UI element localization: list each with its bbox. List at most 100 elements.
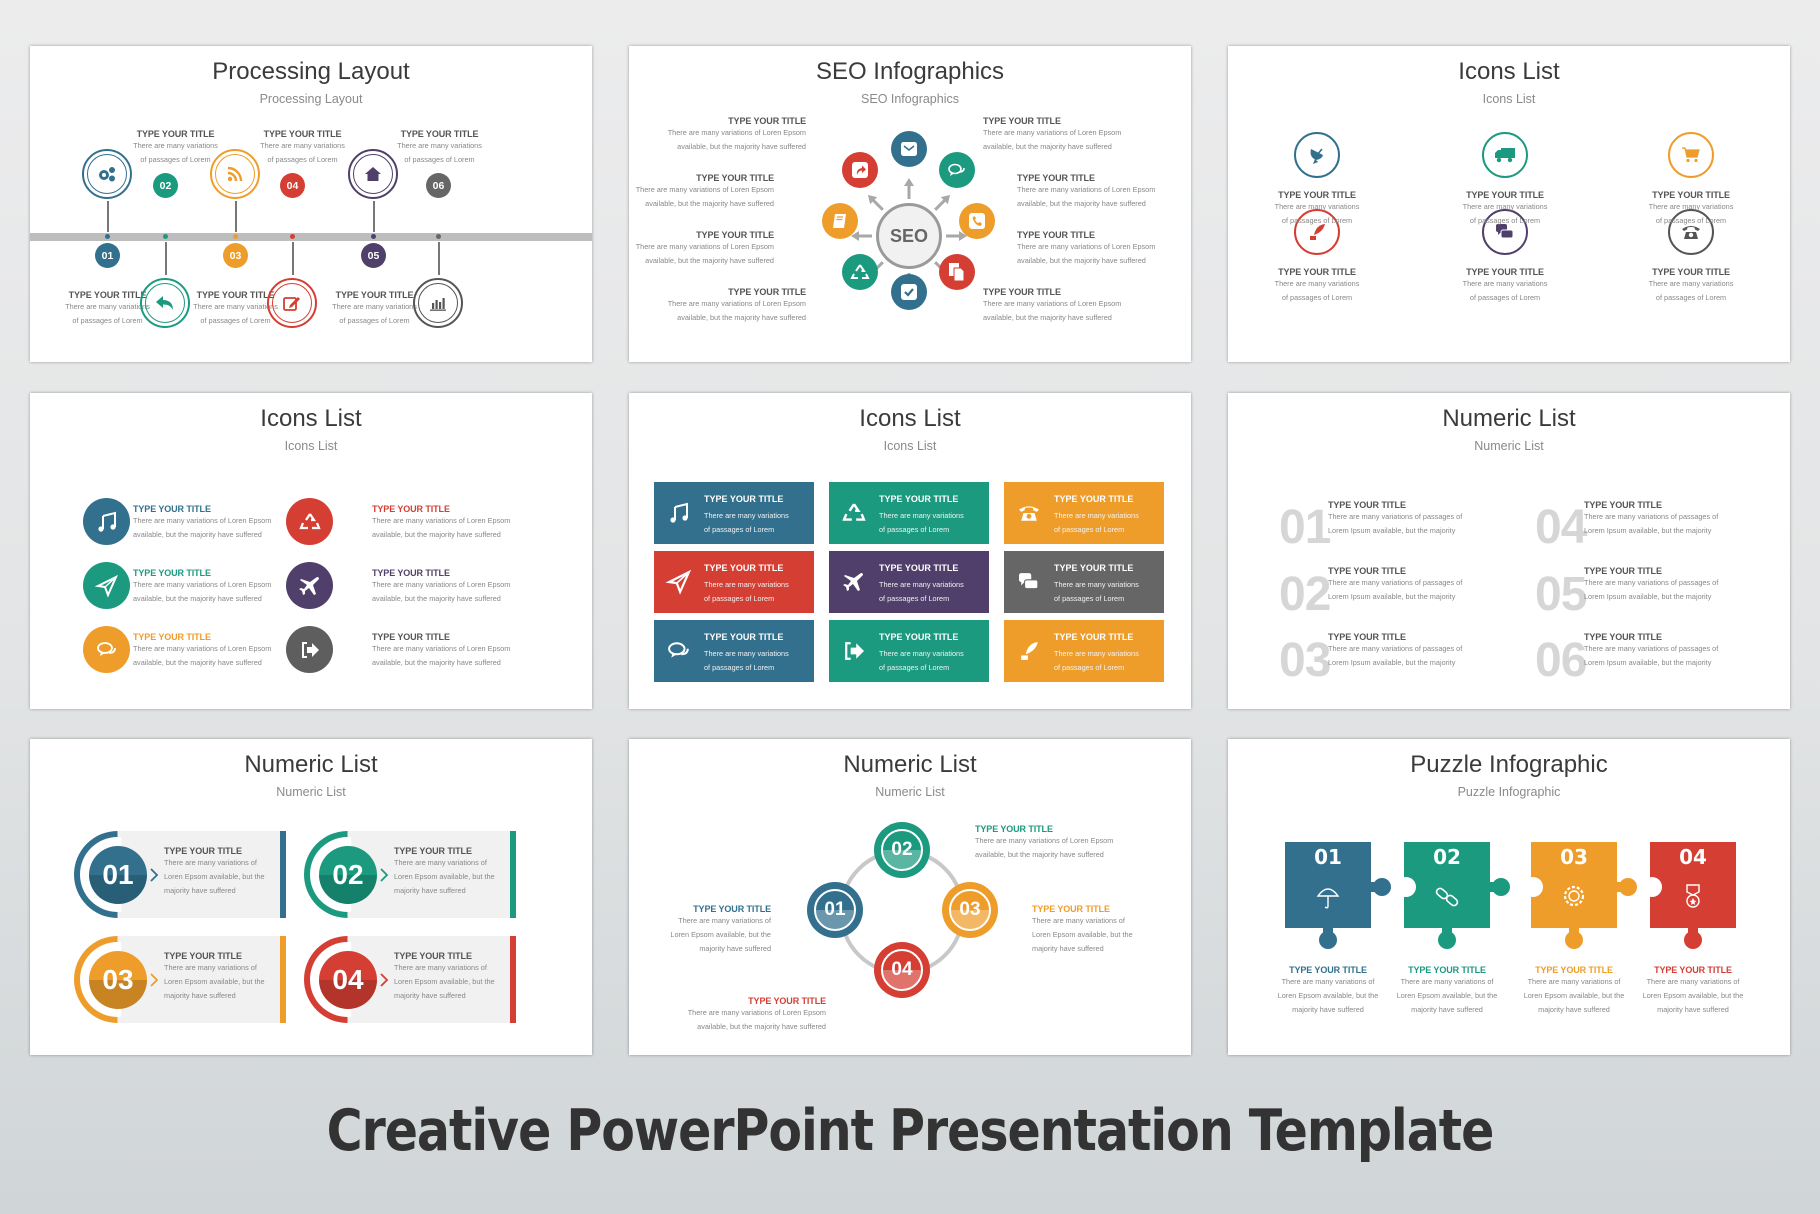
big-number: 04 [1535, 501, 1587, 554]
tile[interactable]: TYPE YOUR TITLE There are many variation… [829, 482, 989, 544]
item-title: TYPE YOUR TITLE [728, 287, 806, 297]
tile[interactable]: TYPE YOUR TITLE There are many variation… [1004, 551, 1164, 613]
item-desc: of passages of Lorem [1281, 216, 1353, 225]
quill-icon [1021, 642, 1038, 660]
icon-circle [83, 626, 130, 673]
cycle-item: TYPE YOUR TITLE There are many variation… [688, 996, 826, 1034]
cycle-number: 03 [942, 882, 998, 938]
slide-numeric-list-cycle[interactable]: Numeric List Numeric List 02 01 03 04 TY… [629, 739, 1191, 1055]
item-desc: available, but the majority have suffere… [1017, 256, 1146, 265]
tile[interactable]: TYPE YOUR TITLE There are many variation… [654, 551, 814, 613]
step-title: TYPE YOUR TITLE [136, 129, 215, 139]
item-desc: available, but the majority have suffere… [983, 313, 1112, 322]
item-desc: Loren Epsom available, but the [1277, 991, 1379, 1000]
cycle-number: 01 [807, 882, 863, 938]
tile[interactable]: TYPE YOUR TITLE There are many variation… [1004, 620, 1164, 682]
tile-title: TYPE YOUR TITLE [704, 494, 784, 504]
item-title: TYPE YOUR TITLE [728, 116, 806, 126]
item-desc: Loren Epsom available, but the [164, 977, 265, 986]
music-icon [97, 511, 116, 532]
item-title: TYPE YOUR TITLE [372, 568, 450, 578]
timeline-dot [233, 234, 238, 239]
item-desc: Lorem Ipsum available, but the majority [1328, 592, 1456, 601]
item-desc: There are many variations of [1032, 916, 1125, 925]
item-title: TYPE YOUR TITLE [1584, 566, 1662, 576]
slide-subtitle: Processing Layout [259, 92, 363, 106]
home-icon [365, 167, 381, 181]
cycle-item: TYPE YOUR TITLE There are many variation… [1032, 904, 1133, 956]
item-desc: There are many variations of [1400, 977, 1494, 986]
slide-subtitle: Numeric List [276, 785, 346, 799]
slide-subtitle: Numeric List [1474, 439, 1544, 453]
tile[interactable]: TYPE YOUR TITLE There are many variation… [1004, 482, 1164, 544]
list-item: TYPE YOUR TITLE There are many variation… [1584, 500, 1718, 538]
slide-processing-layout[interactable]: Processing Layout Processing Layout 01 T… [30, 46, 592, 362]
item-desc: There are many variations of Loren Epsom [975, 836, 1114, 845]
slide-seo-infographics[interactable]: SEO Infographics SEO Infographics SEO TY… [629, 46, 1191, 362]
item-title: TYPE YOUR TITLE [1652, 267, 1730, 277]
item-title: TYPE YOUR TITLE [1328, 566, 1406, 576]
satellite-book [822, 203, 858, 239]
tile-title: TYPE YOUR TITLE [1054, 563, 1134, 573]
slide-icons-list-rings[interactable]: Icons List Icons List TYPE YOUR TITLE Th… [1228, 46, 1790, 362]
tile[interactable]: TYPE YOUR TITLE There are many variation… [654, 482, 814, 544]
timeline-dot [436, 234, 441, 239]
tile[interactable]: TYPE YOUR TITLE There are many variation… [829, 551, 989, 613]
truck-icon [1495, 148, 1515, 163]
step-text: TYPE YOUR TITLE There are many variation… [382, 129, 497, 167]
icon-circle [286, 626, 333, 673]
slide-puzzle-infographic[interactable]: Puzzle Infographic Puzzle Infographic 01… [1228, 739, 1790, 1055]
tile-desc: There are many variations of passages of … [1054, 511, 1139, 534]
slide-title: Icons List [1458, 58, 1560, 85]
recycle-icon [298, 512, 321, 529]
step-number: 04 [280, 173, 305, 198]
step-title: TYPE YOUR TITLE [263, 129, 342, 139]
slide-title: Numeric List [843, 751, 977, 778]
arrow-line [934, 198, 947, 211]
item-desc: majority have suffered [1292, 1005, 1364, 1014]
item-desc: of passages of Lorem [1281, 293, 1353, 302]
slide-title: Numeric List [1442, 405, 1576, 432]
paper-plane-icon [94, 574, 118, 598]
slide-numeric-list-big[interactable]: Numeric List Numeric List 01 02 03 04 05… [1228, 393, 1790, 709]
item-desc: There are many variations of Loren Epsom [372, 644, 511, 653]
item-desc: There are many variations [1462, 279, 1548, 288]
step-desc: of passages of Lorem [404, 155, 475, 164]
item-desc: There are many variations of Loren Epsom [1017, 185, 1156, 194]
chevron-right-icon [380, 868, 389, 882]
mail-icon [901, 142, 917, 156]
card-text: TYPE YOUR TITLE There are many variation… [394, 846, 495, 898]
card-text: TYPE YOUR TITLE There are many variation… [164, 951, 265, 1003]
reply-icon [156, 296, 173, 310]
item-title: TYPE YOUR TITLE [1278, 190, 1356, 200]
tile[interactable]: TYPE YOUR TITLE There are many variation… [829, 620, 989, 682]
recycle-icon [850, 263, 870, 279]
tile[interactable]: TYPE YOUR TITLE There are many variation… [654, 620, 814, 682]
item-desc: majority have suffered [699, 944, 771, 953]
tile-title: TYPE YOUR TITLE [1054, 494, 1134, 504]
item-desc: There are many variations of passages of [1328, 578, 1463, 587]
item-title: TYPE YOUR TITLE [1017, 173, 1095, 183]
big-number: 02 [1279, 568, 1331, 621]
slide-numeric-list-cards[interactable]: Numeric List Numeric List 01 TYPE YOUR T… [30, 739, 592, 1055]
item-desc: available, but the majority have suffere… [133, 530, 262, 539]
tile-title: TYPE YOUR TITLE [1054, 632, 1134, 642]
item-title: TYPE YOUR TITLE [164, 846, 242, 856]
slide-icons-list-circles[interactable]: Icons List Icons List TYPE YOUR TITLE Th… [30, 393, 592, 709]
rss-icon [227, 166, 243, 182]
item-desc: There are many variations of Loren Epsom [133, 516, 272, 525]
item-desc: Loren Epsom available, but the [164, 872, 265, 881]
item-desc: Lorem Ipsum available, but the majority [1584, 526, 1712, 535]
list-item: TYPE YOUR TITLE There are many variation… [1328, 632, 1462, 670]
item-desc: There are many variations of passages of [1584, 512, 1719, 521]
slide-title: Icons List [859, 405, 961, 432]
card-text: TYPE YOUR TITLE There are many variation… [394, 951, 495, 1003]
item-title: TYPE YOUR TITLE [696, 230, 774, 240]
item-desc: available, but the majority have suffere… [133, 594, 262, 603]
item-desc: available, but the majority have suffere… [645, 199, 774, 208]
connector-line [373, 201, 375, 232]
slide-icons-list-tiles[interactable]: Icons List Icons List TYPE YOUR TITLE Th… [629, 393, 1191, 709]
seo-item: TYPE YOUR TITLE There are many variation… [668, 287, 806, 325]
item-title: TYPE YOUR TITLE [1328, 632, 1406, 642]
satellite-document [939, 254, 975, 290]
